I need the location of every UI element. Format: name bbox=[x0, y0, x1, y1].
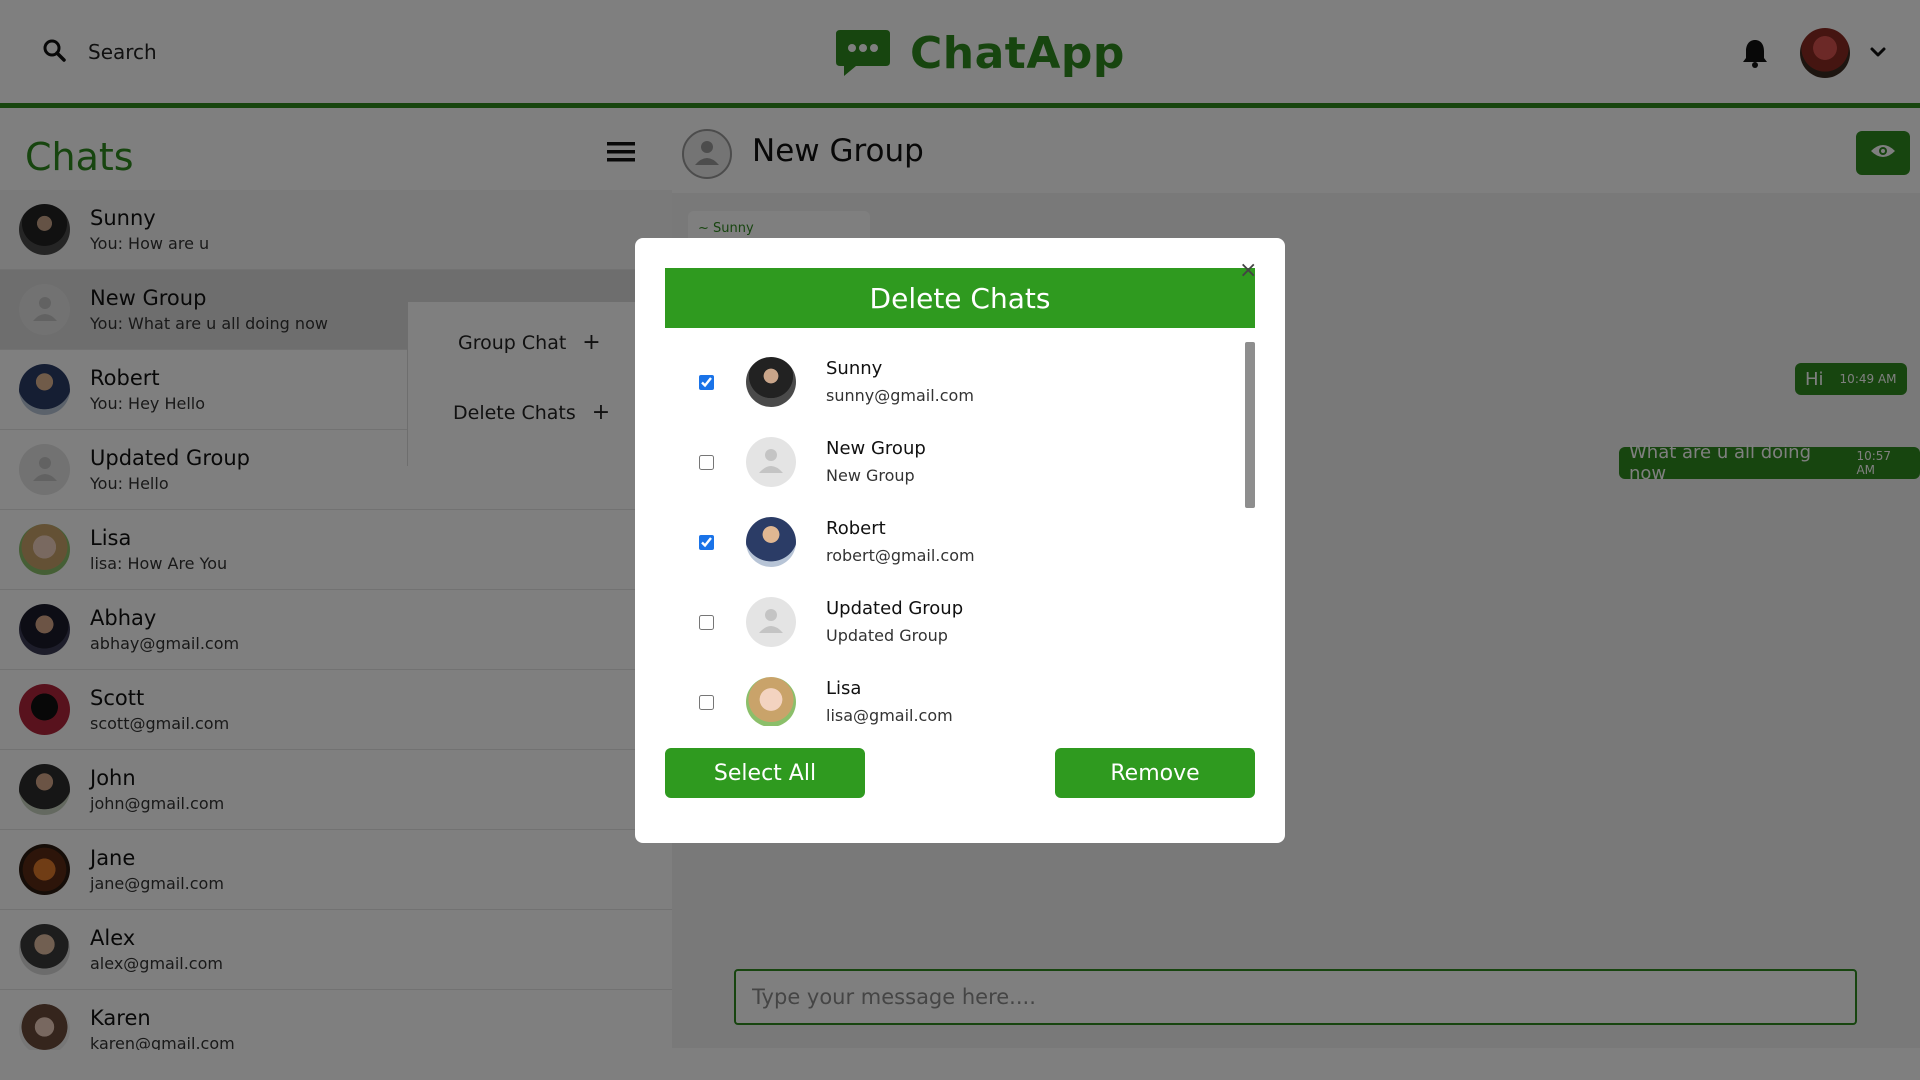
modal-header: Delete Chats bbox=[665, 268, 1255, 328]
modal-item-sub: robert@gmail.com bbox=[826, 546, 975, 565]
modal-list-item[interactable]: New Group New Group bbox=[665, 422, 1225, 502]
person-placeholder-icon bbox=[756, 445, 786, 479]
select-checkbox[interactable] bbox=[699, 534, 714, 550]
person-placeholder-icon bbox=[756, 605, 786, 639]
select-checkbox[interactable] bbox=[699, 694, 714, 710]
modal-item-name: Lisa bbox=[826, 678, 862, 699]
modal-list-item[interactable]: Robert robert@gmail.com bbox=[665, 502, 1225, 582]
modal-item-name: Sunny bbox=[826, 358, 883, 379]
close-icon[interactable]: × bbox=[1239, 260, 1257, 282]
modal-item-name: Robert bbox=[826, 518, 886, 539]
remove-button[interactable]: Remove bbox=[1055, 748, 1255, 798]
select-checkbox[interactable] bbox=[699, 614, 714, 630]
modal-item-text: Robert robert@gmail.com bbox=[826, 517, 975, 567]
modal-chat-list[interactable]: Sunny sunny@gmail.com New Group New Group Ro… bbox=[665, 342, 1255, 726]
modal-item-text: New Group New Group bbox=[826, 437, 926, 487]
avatar bbox=[746, 517, 796, 567]
delete-chats-modal: Delete Chats × Sunny sunny@gmail.com New G… bbox=[635, 238, 1285, 843]
modal-item-sub: New Group bbox=[826, 466, 915, 485]
select-checkbox[interactable] bbox=[699, 374, 714, 390]
avatar bbox=[746, 357, 796, 407]
avatar bbox=[746, 677, 796, 726]
modal-item-name: Updated Group bbox=[826, 598, 964, 619]
select-checkbox[interactable] bbox=[699, 454, 714, 470]
modal-list-item[interactable]: Sunny sunny@gmail.com bbox=[665, 342, 1225, 422]
modal-item-text: Lisa lisa@gmail.com bbox=[826, 677, 953, 726]
scrollbar-thumb[interactable] bbox=[1245, 342, 1255, 508]
avatar bbox=[746, 597, 796, 647]
modal-list-item[interactable]: Lisa lisa@gmail.com bbox=[665, 662, 1225, 726]
modal-item-text: Sunny sunny@gmail.com bbox=[826, 357, 974, 407]
modal-item-sub: Updated Group bbox=[826, 626, 948, 645]
modal-item-sub: sunny@gmail.com bbox=[826, 386, 974, 405]
avatar bbox=[746, 437, 796, 487]
select-all-button[interactable]: Select All bbox=[665, 748, 865, 798]
modal-list-item[interactable]: Updated Group Updated Group bbox=[665, 582, 1225, 662]
modal-item-name: New Group bbox=[826, 438, 926, 459]
modal-item-sub: lisa@gmail.com bbox=[826, 706, 953, 725]
modal-title: Delete Chats bbox=[869, 281, 1051, 315]
modal-item-text: Updated Group Updated Group bbox=[826, 597, 963, 647]
